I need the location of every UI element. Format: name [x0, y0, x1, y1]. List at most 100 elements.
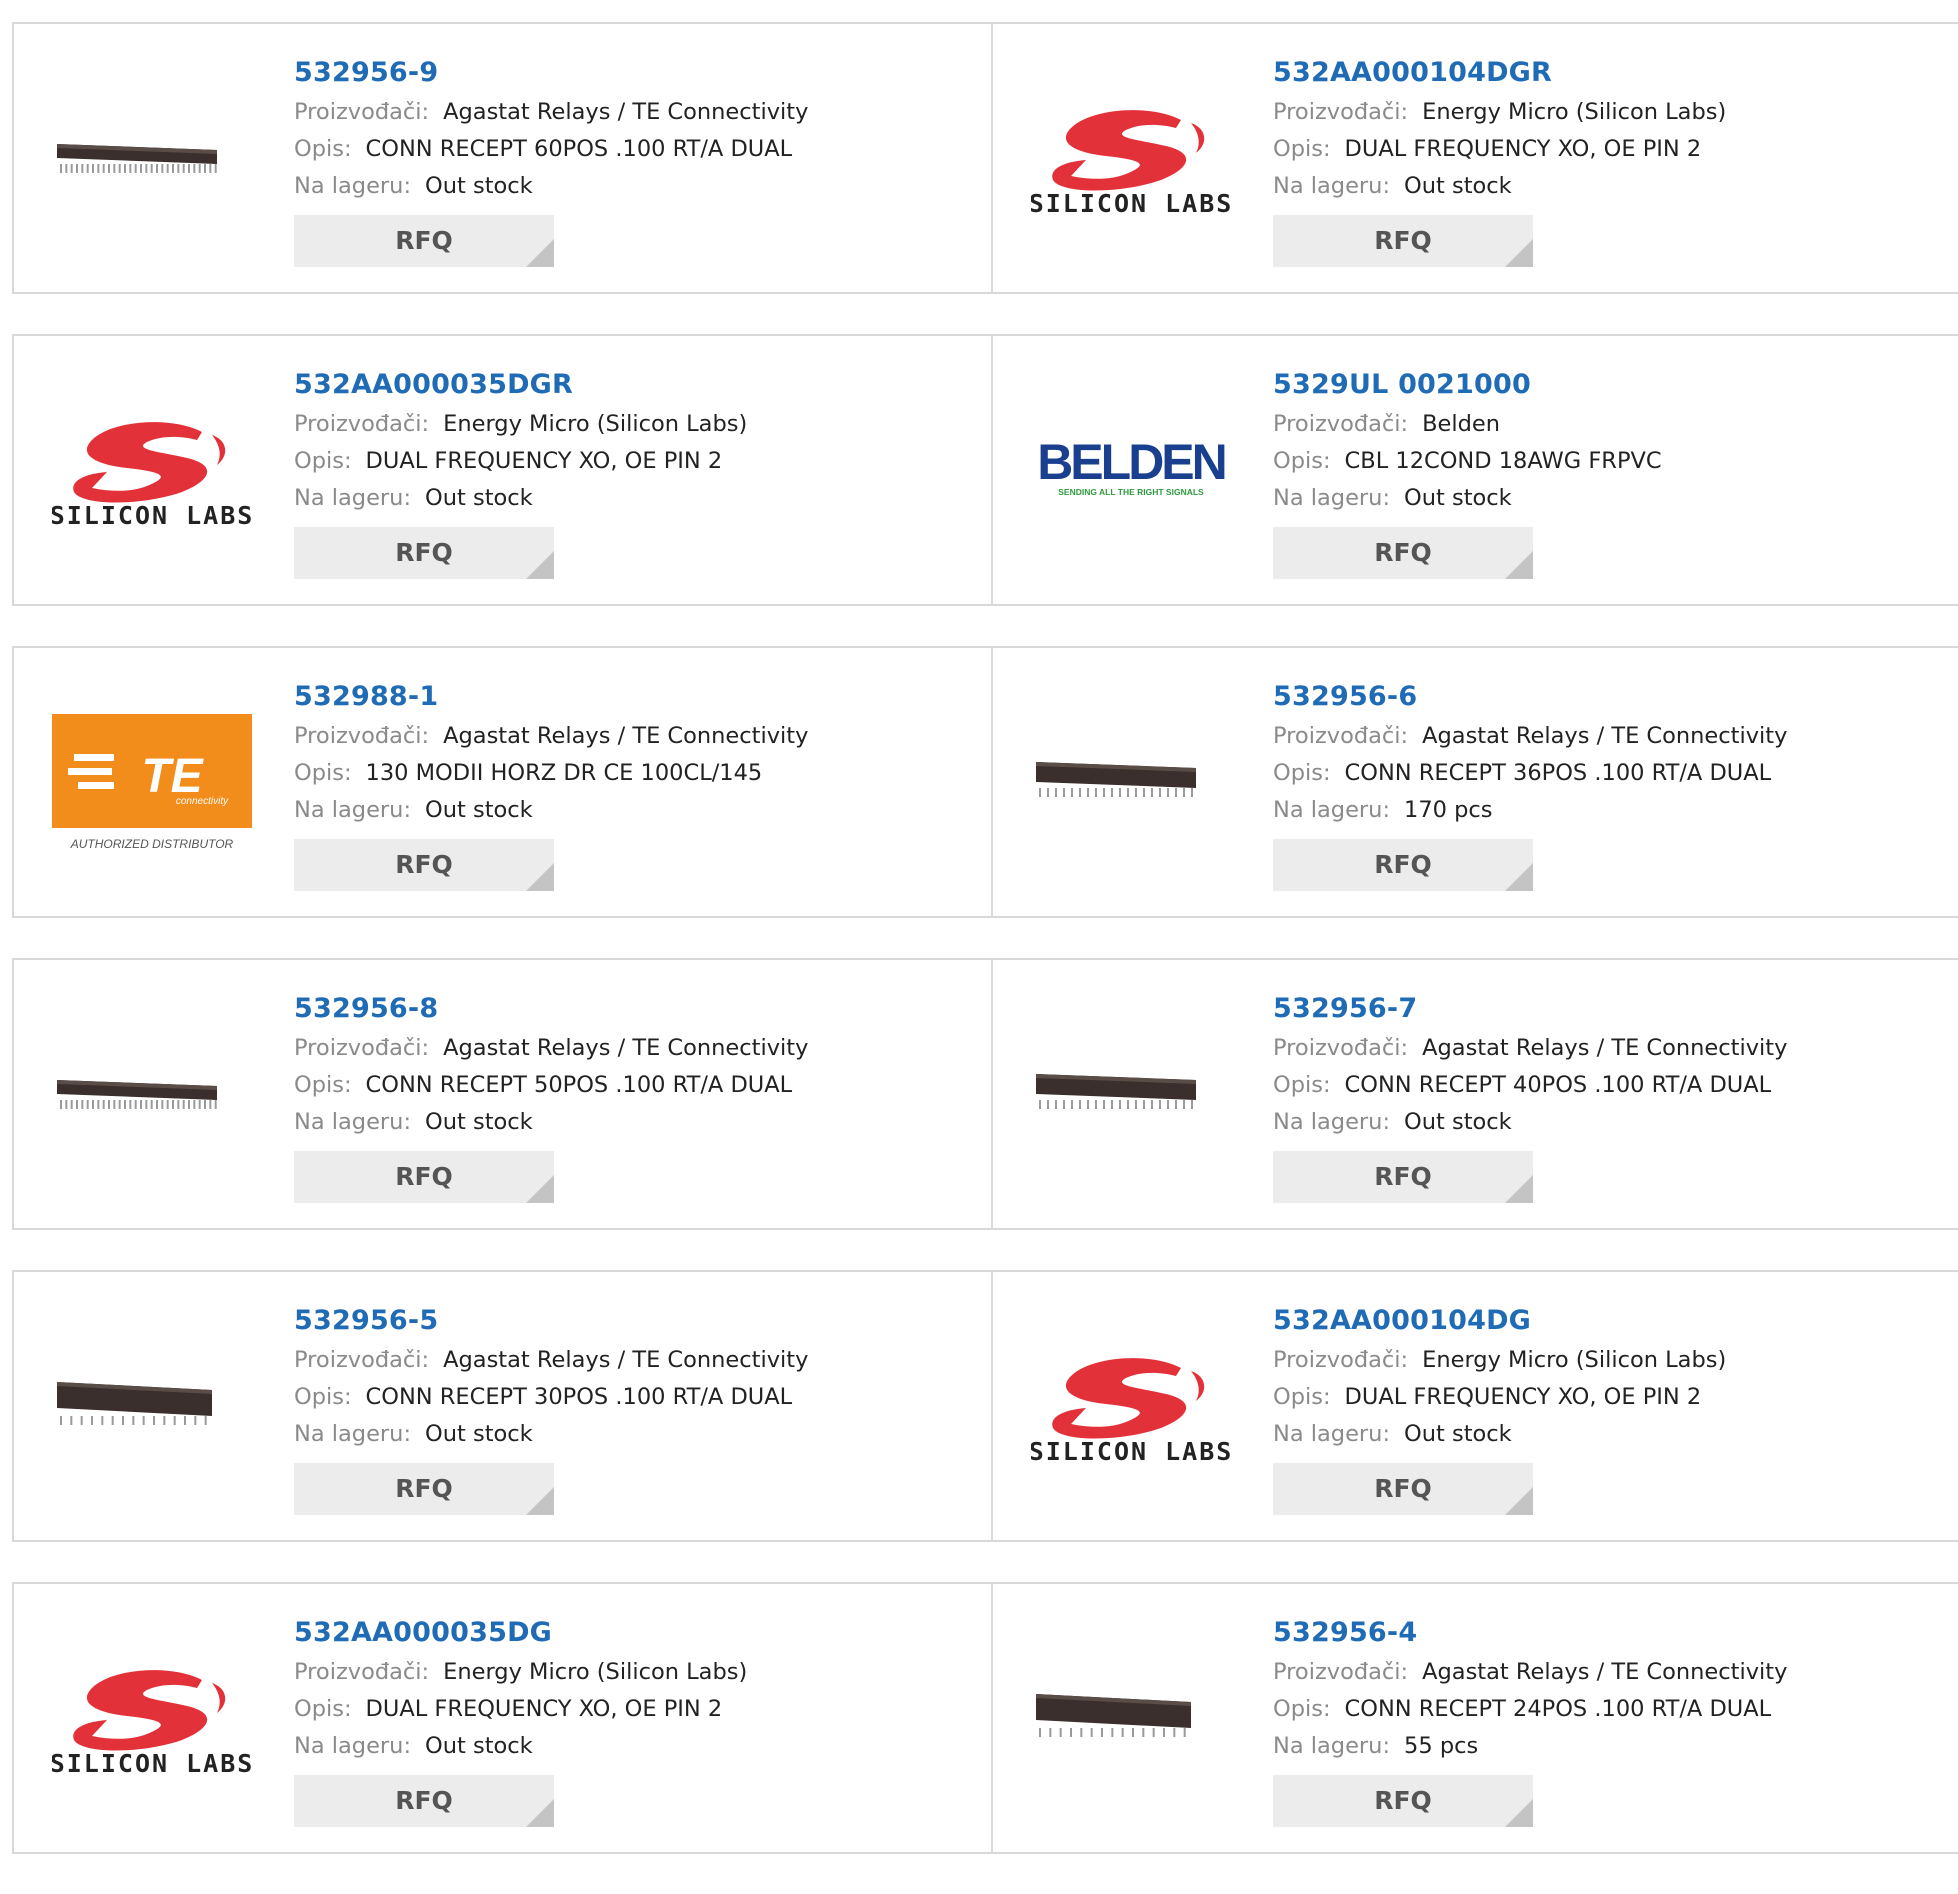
- rfq-button[interactable]: RFQ: [294, 1151, 554, 1203]
- description-row: Opis: CONN RECEPT 40POS .100 RT/A DUAL: [1273, 1067, 1787, 1104]
- manufacturer-value: Agastat Relays / TE Connectivity: [1422, 723, 1788, 749]
- rfq-button[interactable]: RFQ: [1273, 1775, 1533, 1827]
- silicon-labs-logo[interactable]: SILICON LABS: [52, 370, 252, 570]
- manufacturer-value: Agastat Relays / TE Connectivity: [1422, 1659, 1788, 1685]
- manufacturer-value: Energy Micro (Silicon Labs): [443, 1659, 748, 1685]
- part-number-link[interactable]: 532AA000035DGR: [294, 364, 747, 406]
- rfq-button[interactable]: RFQ: [1273, 215, 1533, 267]
- rfq-button[interactable]: RFQ: [1273, 1463, 1533, 1515]
- stock-label: Na lageru:: [1273, 1109, 1391, 1135]
- manufacturer-label: Proizvođači:: [294, 1035, 430, 1061]
- manufacturer-row: Proizvođači: Agastat Relays / TE Connecti…: [294, 1342, 808, 1379]
- product-info: 532956-9 Proizvođači: Agastat Relays / TE…: [294, 52, 808, 267]
- description-label: Opis:: [294, 760, 352, 786]
- part-number-link[interactable]: 532956-6: [1273, 676, 1787, 718]
- rfq-button[interactable]: RFQ: [294, 1463, 554, 1515]
- corner-triangle-icon: [1505, 551, 1533, 579]
- description-label: Opis:: [1273, 1696, 1331, 1722]
- manufacturer-row: Proizvođači: Energy Micro (Silicon Labs): [294, 406, 747, 443]
- corner-triangle-icon: [526, 1799, 554, 1827]
- stock-label: Na lageru:: [1273, 1733, 1391, 1759]
- part-number-link[interactable]: 532956-8: [294, 988, 808, 1030]
- stock-value: 170 pcs: [1404, 797, 1493, 823]
- te-logo[interactable]: TE connectivity AUTHORIZED DISTRIBUTOR: [52, 682, 252, 882]
- manufacturer-row: Proizvođači: Agastat Relays / TE Connecti…: [1273, 718, 1787, 755]
- connector-medium[interactable]: [1031, 682, 1231, 882]
- product-info: 532956-4 Proizvođači: Agastat Relays / TE…: [1273, 1612, 1787, 1827]
- connector-short[interactable]: [1031, 1618, 1231, 1818]
- product-info: 532956-6 Proizvođači: Agastat Relays / TE…: [1273, 676, 1787, 891]
- manufacturer-label: Proizvođači:: [294, 1347, 430, 1373]
- description-label: Opis:: [294, 136, 352, 162]
- product-info: 532956-5 Proizvođači: Agastat Relays / TE…: [294, 1300, 808, 1515]
- description-row: Opis: CONN RECEPT 30POS .100 RT/A DUAL: [294, 1379, 808, 1416]
- part-number-link[interactable]: 532956-7: [1273, 988, 1787, 1030]
- stock-label: Na lageru:: [1273, 1421, 1391, 1447]
- part-number-link[interactable]: 532AA000035DG: [294, 1612, 747, 1654]
- description-value: CONN RECEPT 60POS .100 RT/A DUAL: [365, 136, 793, 162]
- manufacturer-value: Agastat Relays / TE Connectivity: [1422, 1035, 1788, 1061]
- corner-triangle-icon: [526, 551, 554, 579]
- description-value: DUAL FREQUENCY XO, OE PIN 2: [365, 448, 723, 474]
- silicon-labs-logo[interactable]: SILICON LABS: [52, 1618, 252, 1818]
- product-info: 532956-7 Proizvođači: Agastat Relays / TE…: [1273, 988, 1787, 1203]
- rfq-label: RFQ: [395, 226, 453, 255]
- manufacturer-value: Agastat Relays / TE Connectivity: [443, 99, 809, 125]
- rfq-label: RFQ: [395, 1474, 453, 1503]
- silicon-labs-logo[interactable]: SILICON LABS: [1031, 1306, 1231, 1506]
- silicon-labs-logo[interactable]: SILICON LABS: [1031, 58, 1231, 258]
- rfq-button[interactable]: RFQ: [294, 215, 554, 267]
- stock-label: Na lageru:: [294, 173, 412, 199]
- connector-long[interactable]: [52, 58, 252, 258]
- part-number-link[interactable]: 532AA000104DGR: [1273, 52, 1726, 94]
- svg-text:SILICON LABS: SILICON LABS: [1031, 189, 1231, 218]
- rfq-button[interactable]: RFQ: [294, 527, 554, 579]
- corner-triangle-icon: [1505, 863, 1533, 891]
- product-card: SILICON LABS 532AA000035DG Proizvođači: E…: [14, 1584, 991, 1852]
- manufacturer-value: Agastat Relays / TE Connectivity: [443, 1347, 809, 1373]
- part-number-link[interactable]: 532956-4: [1273, 1612, 1787, 1654]
- product-info: 532AA000104DGR Proizvođači: Energy Micro …: [1273, 52, 1726, 267]
- stock-label: Na lageru:: [1273, 485, 1391, 511]
- rfq-button[interactable]: RFQ: [294, 839, 554, 891]
- stock-label: Na lageru:: [294, 1109, 412, 1135]
- part-number-link[interactable]: 532956-5: [294, 1300, 808, 1342]
- connector-long[interactable]: [52, 994, 252, 1194]
- part-number-link[interactable]: 532988-1: [294, 676, 808, 718]
- rfq-label: RFQ: [395, 850, 453, 879]
- part-number-link[interactable]: 5329UL 0021000: [1273, 364, 1662, 406]
- corner-triangle-icon: [1505, 239, 1533, 267]
- stock-label: Na lageru:: [294, 1733, 412, 1759]
- stock-label: Na lageru:: [1273, 797, 1391, 823]
- part-number-link[interactable]: 532956-9: [294, 52, 808, 94]
- stock-row: Na lageru: Out stock: [294, 1104, 808, 1141]
- product-card: 532956-6 Proizvođači: Agastat Relays / TE…: [991, 648, 1958, 916]
- stock-value: Out stock: [425, 485, 533, 511]
- stock-value: Out stock: [425, 797, 533, 823]
- connector-short[interactable]: [52, 1306, 252, 1506]
- description-label: Opis:: [1273, 448, 1331, 474]
- manufacturer-row: Proizvođači: Energy Micro (Silicon Labs): [1273, 94, 1726, 131]
- product-card: 532956-9 Proizvođači: Agastat Relays / TE…: [14, 24, 991, 292]
- product-row: SILICON LABS 532AA000035DG Proizvođači: E…: [12, 1582, 1958, 1854]
- product-card: 532956-4 Proizvođači: Agastat Relays / TE…: [991, 1584, 1958, 1852]
- description-value: CBL 12COND 18AWG FRPVC: [1344, 448, 1662, 474]
- rfq-label: RFQ: [1374, 850, 1432, 879]
- belden-logo[interactable]: BELDEN SENDING ALL THE RIGHT SIGNALS: [1031, 370, 1231, 570]
- stock-row: Na lageru: Out stock: [1273, 168, 1726, 205]
- connector-medium[interactable]: [1031, 994, 1231, 1194]
- product-info: 532956-8 Proizvođači: Agastat Relays / TE…: [294, 988, 808, 1203]
- rfq-button[interactable]: RFQ: [1273, 1151, 1533, 1203]
- description-row: Opis: 130 MODII HORZ DR CE 100CL/145: [294, 755, 808, 792]
- rfq-button[interactable]: RFQ: [294, 1775, 554, 1827]
- description-row: Opis: DUAL FREQUENCY XO, OE PIN 2: [1273, 131, 1726, 168]
- description-value: DUAL FREQUENCY XO, OE PIN 2: [1344, 1384, 1702, 1410]
- product-row: SILICON LABS 532AA000035DGR Proizvođači:…: [12, 334, 1958, 606]
- part-number-link[interactable]: 532AA000104DG: [1273, 1300, 1726, 1342]
- rfq-label: RFQ: [1374, 1162, 1432, 1191]
- manufacturer-row: Proizvođači: Energy Micro (Silicon Labs): [1273, 1342, 1726, 1379]
- corner-triangle-icon: [526, 863, 554, 891]
- rfq-button[interactable]: RFQ: [1273, 839, 1533, 891]
- manufacturer-label: Proizvođači:: [294, 411, 430, 437]
- rfq-button[interactable]: RFQ: [1273, 527, 1533, 579]
